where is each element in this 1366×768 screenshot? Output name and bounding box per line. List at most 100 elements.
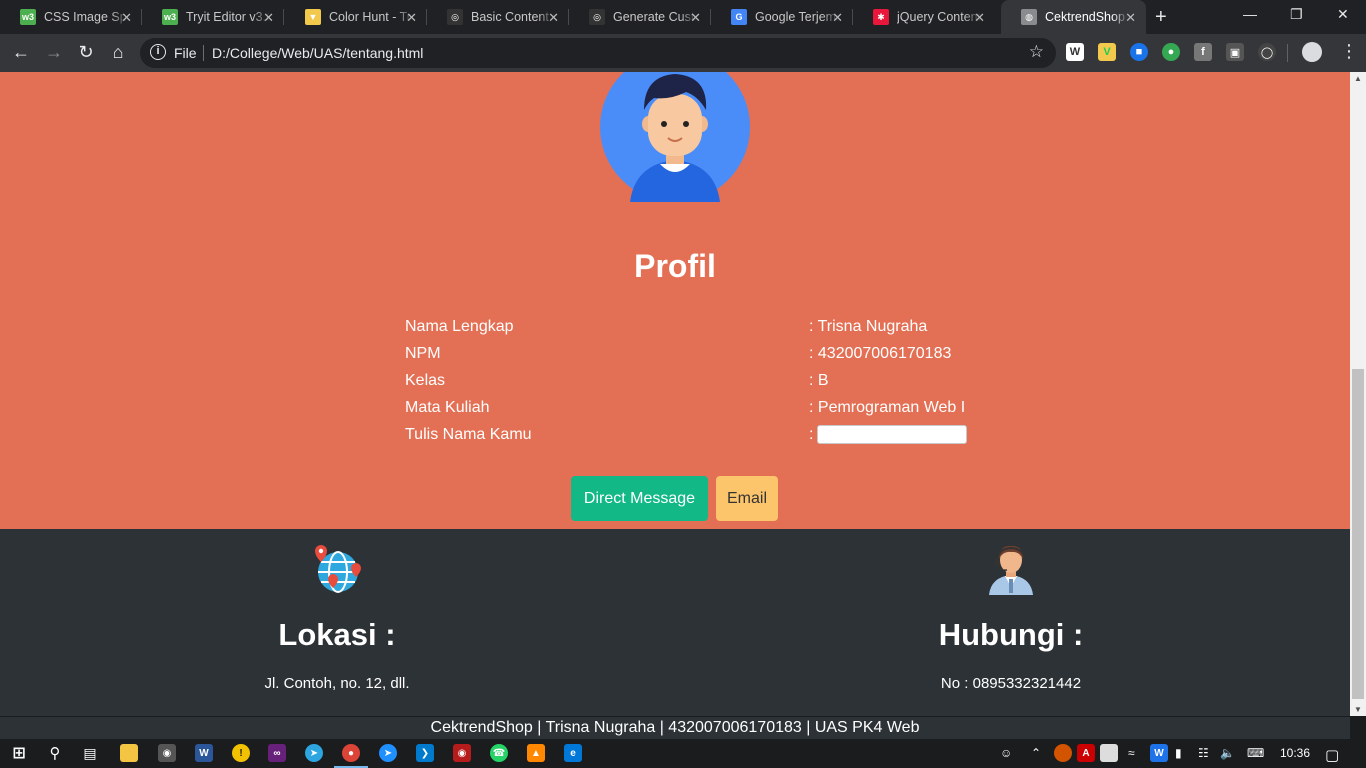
tab-1[interactable]: w3 Tryit Editor v3.6 ✕ (142, 0, 284, 34)
tab-title: Google Terjemahan (755, 10, 839, 24)
tab-close-icon[interactable]: ✕ (974, 10, 985, 26)
tab-title: CSS Image Sprites (44, 10, 128, 24)
field-value: : 432007006170183 (809, 345, 952, 362)
people-icon[interactable]: ☺ (1000, 746, 1012, 760)
bookmark-star-icon[interactable]: ☆ (1029, 42, 1044, 62)
new-tab-button[interactable]: + (1155, 6, 1167, 29)
cube-extension-icon[interactable]: ▣ (1226, 43, 1244, 61)
tab-3[interactable]: ◎ Basic Content Gen✕ (427, 0, 569, 34)
restore-button[interactable]: ❐ (1290, 6, 1303, 23)
wifi-icon[interactable]: ≈ (1128, 746, 1135, 760)
tab-2[interactable]: ▼ Color Hunt - Trendy✕ (285, 0, 427, 34)
scroll-down-arrow-icon[interactable]: ▼ (1354, 705, 1362, 714)
whatsapp-icon[interactable]: ☎ (490, 744, 508, 762)
telegram-icon[interactable]: ➤ (305, 744, 323, 762)
tab-0[interactable]: w3 CSS Image Sprites✕ (0, 0, 142, 34)
contact-title: Hubungi : (938, 617, 1084, 652)
tab-6[interactable]: ✱ jQuery Content ✕ (853, 0, 995, 34)
url-text[interactable]: D:/College/Web/UAS/tentang.html (212, 45, 423, 61)
chrome-taskbar-icon[interactable]: ● (342, 744, 360, 762)
search-icon[interactable]: ⚲ (46, 744, 64, 762)
minimize-button[interactable]: — (1243, 6, 1257, 22)
tab-title: Tryit Editor v3.6 (186, 10, 270, 24)
tab-title: Basic Content Gen (471, 10, 555, 24)
facebook-extension-icon[interactable]: f (1194, 43, 1212, 61)
vscode-icon[interactable]: ❯ (416, 744, 434, 762)
location-text: Jl. Contoh, no. 12, dll. (264, 675, 410, 692)
tab-title: Color Hunt - Trendy (329, 10, 413, 24)
file-explorer-icon[interactable] (120, 744, 138, 762)
globe-icon: ◍ (1021, 9, 1037, 25)
tray-usb-icon[interactable] (1100, 744, 1118, 762)
location-section: Lokasi : Jl. Contoh, no. 12, dll. (137, 529, 537, 692)
v-extension-icon[interactable]: V (1098, 43, 1116, 61)
tray-app-icon[interactable] (1054, 744, 1072, 762)
footer-credit: CektrendShop | Trisna Nugraha | 43200700… (0, 717, 1350, 739)
address-bar[interactable]: i File D:/College/Web/UAS/tentang.html ☆ (140, 38, 1056, 68)
profile-row: Nama Lengkap : Trisna Nugraha (405, 315, 1005, 342)
profile-row: Mata Kuliah : Pemrograman Web I (405, 396, 1005, 423)
colorful-extension-icon[interactable]: ● (1162, 43, 1180, 61)
tab-title: jQuery Content (897, 10, 981, 24)
chrome-extension-icon[interactable]: ◯ (1258, 43, 1276, 61)
tab-4[interactable]: ◎ Generate Custom✕ (569, 0, 711, 34)
tray-network-icon[interactable]: ☷ (1198, 746, 1209, 760)
name-input-colon: : (809, 426, 814, 443)
tray-chevron-up-icon[interactable]: ⌃ (1031, 746, 1041, 760)
tab-strip: w3CSS Image Sprites✕w3Tryit Editor v3.6✕… (0, 0, 1366, 34)
red-app-icon[interactable]: ◉ (453, 744, 471, 762)
tab-close-icon[interactable]: ✕ (548, 10, 559, 26)
tray-w-icon[interactable]: W (1150, 744, 1168, 762)
word-icon[interactable]: W (195, 744, 213, 762)
forward-button[interactable]: → (43, 42, 65, 63)
reload-button[interactable]: ↻ (75, 42, 97, 63)
info-icon[interactable]: i (150, 44, 166, 60)
home-button[interactable]: ⌂ (107, 42, 129, 63)
tab-separator (283, 9, 284, 25)
blue-extension-icon[interactable]: ■ (1130, 43, 1148, 61)
battery-icon[interactable]: ▮ (1175, 746, 1182, 760)
safari-like-icon[interactable]: ➤ (379, 744, 397, 762)
contact-section: Hubungi : No : 0895332321442 (811, 529, 1211, 692)
field-value: : Trisna Nugraha (809, 318, 928, 335)
tab-7[interactable]: ◍ CektrendShop ✕ (1001, 0, 1146, 34)
menu-kebab-icon[interactable]: ⋮ (1340, 41, 1358, 62)
tray-adobe-icon[interactable]: A (1077, 744, 1095, 762)
email-button[interactable]: Email (716, 476, 778, 521)
vlc-icon[interactable]: ▲ (527, 744, 545, 762)
tab-close-icon[interactable]: ✕ (1125, 10, 1136, 26)
notifications-icon[interactable]: ▢ (1325, 746, 1339, 764)
scroll-thumb[interactable] (1352, 369, 1364, 699)
scroll-up-arrow-icon[interactable]: ▲ (1354, 74, 1362, 83)
clock[interactable]: 10:36 (1280, 746, 1310, 760)
visual-studio-icon[interactable]: ∞ (268, 744, 286, 762)
warning-app-icon[interactable]: ! (232, 744, 250, 762)
file-label: File (174, 45, 197, 61)
profile-avatar-image (600, 72, 750, 202)
tab-close-icon[interactable]: ✕ (121, 10, 132, 26)
task-view-icon[interactable]: ▤ (81, 744, 99, 762)
tab-5[interactable]: G Google Terjemahan✕ (711, 0, 853, 34)
windows-taskbar: CektrendShop | Trisna Nugraha | 43200700… (0, 716, 1366, 768)
swirl-icon: ◎ (447, 9, 463, 25)
close-window-button[interactable]: ✕ (1337, 6, 1349, 23)
wikipedia-extension-icon[interactable]: W (1066, 43, 1084, 61)
w3schools-icon: w3 (162, 9, 178, 25)
field-value: : B (809, 372, 829, 389)
back-button[interactable]: ← (10, 42, 32, 63)
profile-avatar-icon[interactable] (1302, 42, 1322, 62)
tab-close-icon[interactable]: ✕ (406, 10, 417, 26)
edge-icon[interactable]: e (564, 744, 582, 762)
volume-icon[interactable]: 🔈 (1220, 746, 1235, 760)
direct-message-button[interactable]: Direct Message (571, 476, 708, 521)
jquery-star-icon: ✱ (873, 9, 889, 25)
keyboard-icon[interactable]: ⌨ (1247, 746, 1264, 760)
tab-close-icon[interactable]: ✕ (832, 10, 843, 26)
name-input[interactable] (817, 425, 967, 444)
camera-app-icon[interactable]: ◉ (158, 744, 176, 762)
page-scrollbar[interactable]: ▲ ▼ (1350, 72, 1366, 716)
tab-close-icon[interactable]: ✕ (263, 10, 274, 26)
tab-close-icon[interactable]: ✕ (690, 10, 701, 26)
field-label: Nama Lengkap (405, 318, 514, 335)
windows-start-icon[interactable]: ⊞ (10, 744, 28, 762)
